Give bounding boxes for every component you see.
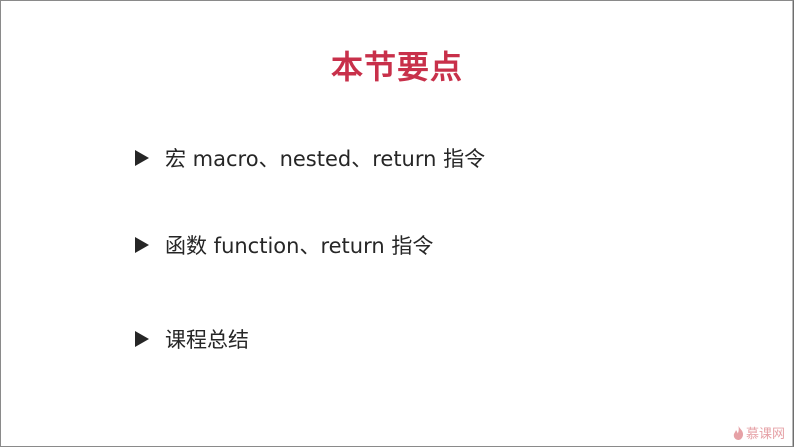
triangle-bullet-icon — [135, 237, 149, 253]
bullet-item: 课程总结 — [135, 324, 249, 354]
watermark-logo: 慕课网 — [733, 423, 785, 442]
bullet-text: 课程总结 — [165, 328, 249, 352]
slide-title: 本节要点 — [330, 48, 463, 86]
triangle-bullet-icon — [135, 331, 149, 347]
flame-icon — [733, 425, 744, 440]
slide: 本节要点 宏 macro、nested、return 指令 函数 functio… — [0, 0, 794, 447]
bullet-item: 函数 function、return 指令 — [135, 230, 433, 260]
bullet-text: 函数 function、return 指令 — [165, 234, 434, 258]
bullet-text: 宏 macro、nested、return 指令 — [165, 147, 486, 171]
watermark-text: 慕课网 — [745, 427, 785, 442]
bullet-item: 宏 macro、nested、return 指令 — [135, 143, 485, 173]
triangle-bullet-icon — [135, 150, 149, 166]
